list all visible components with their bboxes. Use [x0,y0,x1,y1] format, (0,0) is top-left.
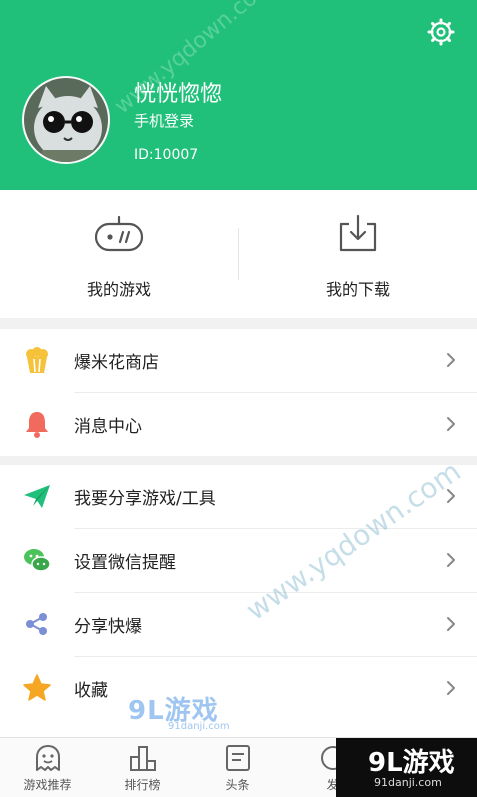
login-method: 手机登录 [134,112,195,130]
wechat-icon [24,549,51,572]
tab-label: 游戏推荐 [23,778,72,792]
user-id: ID:10007 [134,147,199,163]
ghost-icon [35,745,60,771]
watermark-logo-url: 91danji.com [168,721,230,732]
cat-avatar-image [24,78,108,162]
paper-plane-icon [24,485,50,508]
watermark-logo-overlay: 9L游戏 91danji.com [128,690,230,732]
bell-icon [26,412,48,438]
menu-item-label: 爆米花商店 [74,353,159,373]
section-gap [0,456,477,465]
profile-header: 恍恍惚惚 手机登录 ID:10007 www.yqdown.com [0,0,477,190]
news-icon [225,745,250,771]
watermark-corner-text: 9L游戏 [368,748,455,778]
chevron-right-icon [447,353,455,367]
chevron-right-icon [447,417,455,431]
chevron-right-icon [447,681,455,695]
download-icon [339,214,377,252]
section-gap [0,318,477,329]
menu-item-popcorn-store[interactable]: 爆米花商店 [0,329,477,392]
gear-icon[interactable] [427,18,455,46]
menu-item-label: 消息中心 [74,417,142,437]
quick-actions: 我的游戏 我的下载 [0,190,477,318]
tab-game-recommend[interactable]: 游戏推荐 [0,738,95,797]
share-icon [26,613,47,635]
my-downloads-label: 我的下载 [325,280,390,299]
gamepad-icon [94,215,144,252]
tab-ranking[interactable]: 排行榜 [95,738,190,797]
tab-label: 头条 [225,778,250,792]
menu-item-label: 设置微信提醒 [74,553,176,573]
watermark-corner-logo: 9L游戏 91danji.com [336,738,477,797]
menu-item-favorites[interactable]: 收藏 [0,657,477,720]
menu-item-label: 收藏 [74,681,108,701]
star-icon [23,674,51,701]
tab-label: 排行榜 [124,778,161,792]
chevron-right-icon [447,617,455,631]
ranking-icon [129,746,156,771]
menu-item-label: 我要分享游戏/工具 [74,489,216,509]
menu-item-message-center[interactable]: 消息中心 [0,393,477,456]
my-games-label: 我的游戏 [86,280,151,299]
my-games-button[interactable]: 我的游戏 [0,190,238,318]
avatar[interactable] [22,76,110,164]
chevron-right-icon [447,553,455,567]
menu-item-label: 分享快爆 [74,617,142,637]
tab-headlines[interactable]: 头条 [190,738,285,797]
popcorn-icon [26,347,48,373]
menu-item-share-kuaibao[interactable]: 分享快爆 [0,593,477,656]
watermark-corner-url: 91danji.com [374,776,442,789]
menu-item-wechat-reminder[interactable]: 设置微信提醒 [0,529,477,592]
my-downloads-button[interactable]: 我的下载 [239,190,477,318]
